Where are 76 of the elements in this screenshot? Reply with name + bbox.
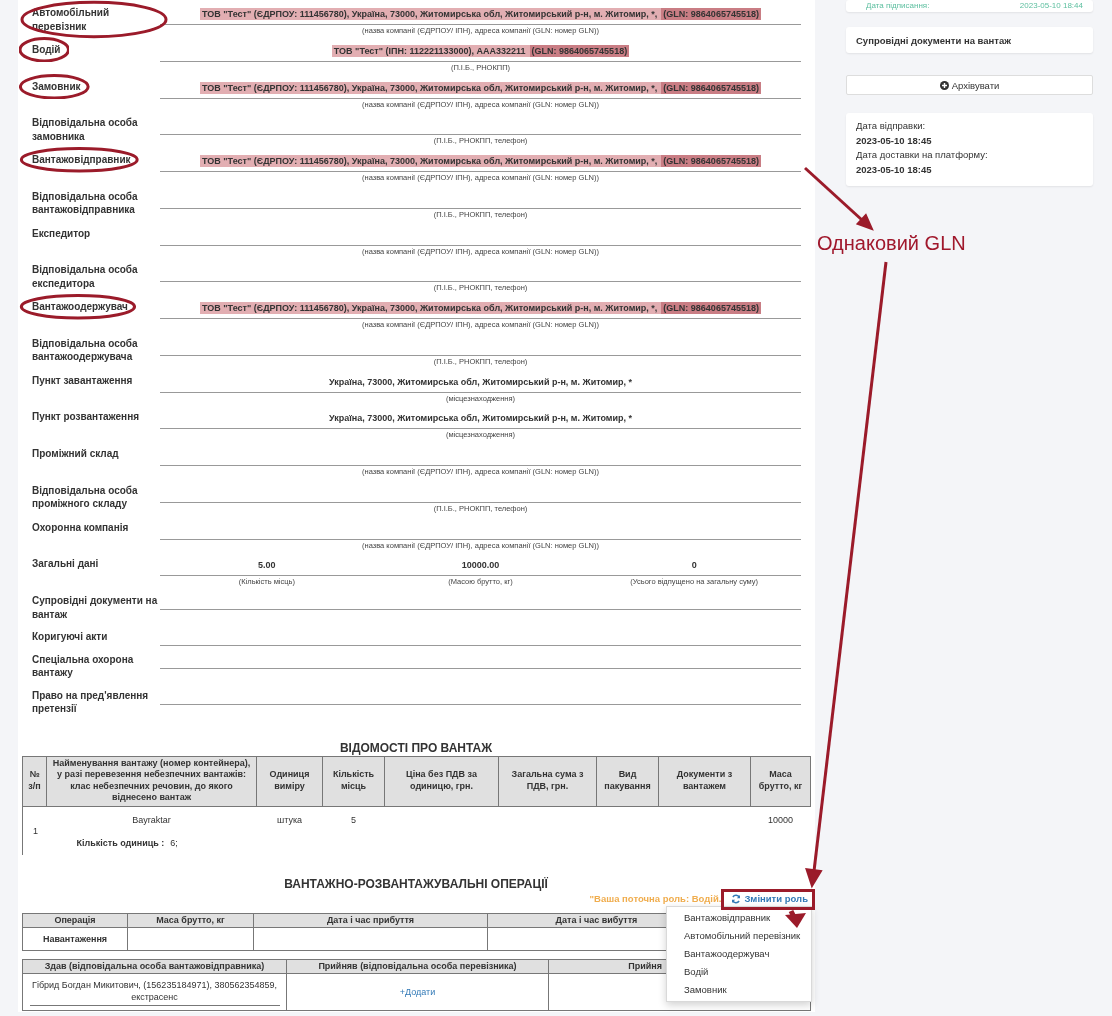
field-label: Проміжний склад	[32, 447, 119, 461]
column-header: Ціна без ПДВ за одиницю, грн.	[384, 756, 499, 806]
column-header: Документи з вантажем	[658, 756, 751, 806]
signed-date: 2023-05-10 18:44	[1019, 1, 1083, 10]
field-value: ТОВ "Тест" (ЄДРПОУ: 111456780), Україна, 73000, Житомирська обл, Житомирський р-н, м. Житомир, *,	[200, 155, 662, 167]
field-label: Відповідальна особа вантажовідправника	[32, 189, 139, 217]
field-label: Вантажоодержувач	[32, 300, 128, 314]
column-header: Прийняв (відповідальна особа перевізника)	[286, 959, 549, 974]
field-label: Автомобільний перевізник	[32, 6, 111, 33]
field-label: Охоронна компанія	[32, 520, 129, 534]
column-header: Дата і час прибуття	[253, 913, 488, 927]
units-value: 6;	[170, 837, 178, 848]
field-value: ТОВ "Тест" (ЄДРПОУ: 111456780), Україна, 73000, Житомирська обл, Житомирський р-н, м. Житомир, *,	[200, 81, 662, 94]
table-cell: 1	[22, 806, 47, 855]
plus-circle-icon	[939, 80, 949, 90]
field-label: Експедитор	[32, 226, 91, 240]
column-header: Кількість місць	[322, 756, 385, 806]
field-value: ТОВ "Тест" (ЄДРПОУ: 111456780), Україна, 73000, Житомирська обл, Житомирський р-н, м. Житомир, *,	[200, 302, 662, 314]
current-role-note: "Ваша поточна роль: Водій.	[589, 891, 722, 906]
section-title: ВІДОМОСТІ ПРО ВАНТАЖ	[338, 740, 494, 756]
field-label: Коригуючі акти	[32, 630, 108, 644]
column-header: Операція	[22, 913, 128, 927]
signed-label: Дата підписання:	[866, 1, 930, 10]
column-header: Вид пакування	[596, 756, 659, 806]
field-value: ТОВ "Тест" (ІПН: 112221133000), ААА332211	[331, 44, 530, 57]
archive-button[interactable]: Архівувати	[846, 75, 1093, 95]
annotation-arrow	[785, 909, 806, 928]
field-label: Супровідні документи на вантаж	[32, 594, 159, 621]
column-header: Загальна сума з ПДВ, грн.	[498, 756, 597, 806]
date-label: Дата доставки на платформу:	[856, 148, 989, 162]
column-header: Одиниця виміру	[256, 756, 323, 806]
gln-value: (GLN: 9864065745518)	[661, 302, 761, 314]
column-header: Маса брутто, кг	[127, 913, 254, 927]
column-header: Маса брутто, кг	[750, 756, 811, 806]
field-label: Відповідальна особа експедитора	[32, 263, 139, 291]
field-label: Замовник	[32, 79, 81, 93]
gln-value: (GLN: 9864065745518)	[661, 81, 761, 94]
field-value: Україна, 73000, Житомирська обл, Житомирський р-н, м. Житомир, *	[328, 375, 633, 388]
person-name: Гібрид Богдан Микитович, (156235184971), 380562354859, екстрасенс	[29, 979, 280, 1006]
field-label: Загальні дані	[32, 557, 99, 571]
field-label: Відповідальна особа проміжного складу	[32, 483, 139, 511]
role-menu-item[interactable]: Автомобільний перевізник	[667, 926, 811, 945]
field-label: Водій	[32, 42, 61, 57]
date-value: 2023-05-10 18:45	[856, 162, 933, 177]
field-label: Вантажовідправник	[32, 153, 131, 167]
field-label: Спеціальна охорона вантажу	[32, 652, 135, 680]
table-cell: штука	[256, 806, 323, 826]
card-title: Супровідні документи на вантаж	[856, 34, 1011, 46]
field-label: Пункт розвантаження	[32, 410, 140, 424]
column-header: Здав (відповідальна особа вантажовідправника)	[22, 959, 287, 974]
table-cell: Навантаження	[22, 927, 128, 950]
total-value: 0	[691, 560, 697, 571]
refresh-icon	[731, 893, 742, 904]
field-label: Пункт завантаження	[32, 373, 133, 387]
field-label: Право на пред'явлення претензії	[32, 688, 150, 716]
total-value: 10000.00	[461, 560, 500, 571]
field-label: Відповідальна особа замовника	[32, 116, 139, 144]
change-role-button[interactable]: Змінити роль	[729, 891, 810, 906]
column-header: № з/п	[22, 756, 47, 806]
gln-value: (GLN: 9864065745518)	[661, 155, 761, 167]
date-value: 2023-05-10 18:45	[856, 133, 933, 148]
table-cell: 5	[322, 806, 385, 826]
add-link[interactable]: +Додати	[399, 987, 436, 997]
table-cell: Bayraktar	[46, 806, 257, 826]
column-header: Найменування вантажу (номер контейнера), у разі перевезення небезпечних вантажів: клас небезпечних речовин, до якого віднесено вантаж	[46, 756, 257, 806]
table-cell: 10000	[750, 806, 811, 826]
gln-value: (GLN: 9864065745518)	[529, 44, 630, 57]
field-value: Україна, 73000, Житомирська обл, Житомирський р-н, м. Житомир, *	[328, 412, 633, 425]
section-title: ВАНТАЖНО-РОЗВАНТАЖУВАЛЬНІ ОПЕРАЦІЇ	[283, 876, 549, 892]
units-label: Кількість одиниць :	[76, 837, 165, 848]
field-label: Відповідальна особа вантажоодержувача	[32, 336, 139, 364]
annotation-label: Однаковий GLN	[817, 231, 966, 255]
field-value: ТОВ "Тест" (ЄДРПОУ: 111456780), Україна, 73000, Житомирська обл, Житомирський р-н, м. Житомир, *,	[200, 8, 662, 20]
total-value: 5.00	[258, 560, 276, 571]
date-label: Дата відправки:	[856, 119, 927, 133]
gln-value: (GLN: 9864065745518)	[661, 8, 761, 20]
